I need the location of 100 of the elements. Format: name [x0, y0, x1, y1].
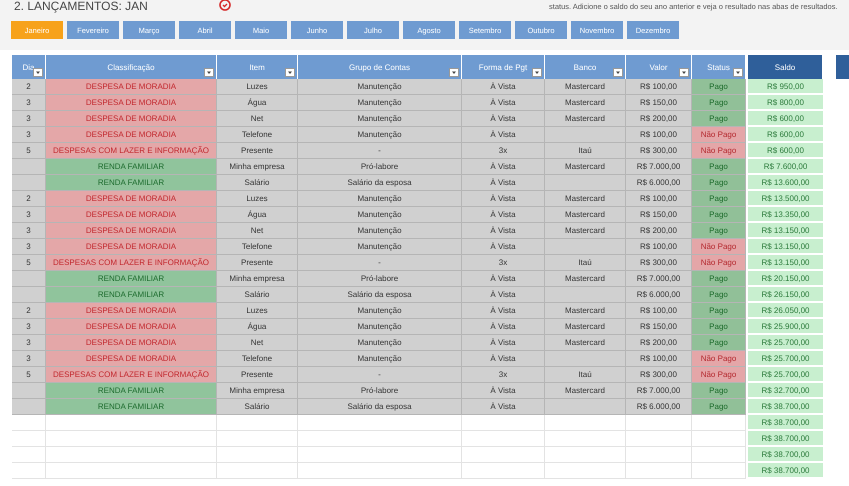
table-cell: R$ 100,00 [626, 351, 692, 367]
table-cell: 5 [12, 255, 46, 271]
table-cell: Itaú [545, 143, 626, 159]
filter-dropdown-icon[interactable] [285, 68, 295, 77]
filter-dropdown-icon[interactable] [613, 68, 623, 77]
table-cell: Pago [692, 287, 746, 303]
column-header[interactable]: Status [692, 55, 746, 79]
table-cell: Luzes [217, 191, 298, 207]
table-cell [626, 447, 692, 463]
table-cell: R$ 25.700,00 [748, 335, 823, 351]
table-cell: À Vista [462, 271, 545, 287]
filter-dropdown-icon[interactable] [449, 68, 459, 77]
table-cell: Itaú [545, 255, 626, 271]
table-cell: Net [217, 111, 298, 127]
table-cell: R$ 600,00 [748, 127, 823, 143]
table-cell [12, 271, 46, 287]
table-cell [692, 463, 746, 479]
filter-dropdown-icon[interactable] [733, 68, 743, 77]
table-cell: DESPESA DE MORADIA [46, 351, 217, 367]
table-cell: R$ 100,00 [626, 239, 692, 255]
table-cell: À Vista [462, 223, 545, 239]
table-cell: Minha empresa [217, 159, 298, 175]
table-cell: Pró-labore [298, 383, 462, 399]
table-cell: R$ 26.050,00 [748, 303, 823, 319]
table-cell: Pago [692, 335, 746, 351]
table-cell: Não Pago [692, 351, 746, 367]
filter-dropdown-icon[interactable] [204, 68, 214, 77]
column-header[interactable]: Item [217, 55, 298, 79]
table-cell: RENDA FAMILIAR [46, 175, 217, 191]
table-cell: Pago [692, 159, 746, 175]
table-cell: Luzes [217, 79, 298, 95]
table-cell: R$ 13.500,00 [748, 191, 823, 207]
table-cell: Presente [217, 143, 298, 159]
table-cell: Manutenção [298, 335, 462, 351]
column-header[interactable]: Classificação [46, 55, 217, 79]
table-cell: Manutenção [298, 127, 462, 143]
table-cell [12, 399, 46, 415]
column-header[interactable]: Forma de Pgt [462, 55, 545, 79]
table-cell: - [298, 255, 462, 271]
table-cell: R$ 300,00 [626, 143, 692, 159]
table-cell: R$ 13.150,00 [748, 239, 823, 255]
table-cell: 2 [12, 79, 46, 95]
table-cell: Pago [692, 303, 746, 319]
table-cell: R$ 7.000,00 [626, 271, 692, 287]
table-cell: DESPESA DE MORADIA [46, 191, 217, 207]
table-cell: DESPESA DE MORADIA [46, 223, 217, 239]
table-cell: R$ 13.150,00 [748, 223, 823, 239]
table-cell: Manutenção [298, 223, 462, 239]
table-cell: Salário da esposa [298, 287, 462, 303]
table-cell: 5 [12, 367, 46, 383]
filter-dropdown-icon[interactable] [532, 68, 542, 77]
column-header[interactable]: Banco [545, 55, 626, 79]
table-cell: Pago [692, 95, 746, 111]
filter-dropdown-icon[interactable] [33, 68, 43, 77]
page-title: 2. LANÇAMENTOS: JAN [13, 0, 149, 13]
table-cell: R$ 200,00 [626, 223, 692, 239]
table-cell: DESPESAS COM LAZER E INFORMAÇÃO [46, 255, 217, 271]
table-cell: À Vista [462, 127, 545, 143]
table-cell: R$ 26.150,00 [748, 287, 823, 303]
table-cell: RENDA FAMILIAR [46, 159, 217, 175]
table-cell: R$ 100,00 [626, 79, 692, 95]
table-cell: Água [217, 207, 298, 223]
table-cell: Salário [217, 287, 298, 303]
table-cell: Manutenção [298, 207, 462, 223]
table-cell [12, 287, 46, 303]
table-cell: R$ 13.150,00 [748, 255, 823, 271]
table-cell: DESPESA DE MORADIA [46, 111, 217, 127]
table-cell: R$ 100,00 [626, 303, 692, 319]
column-header[interactable]: Saldo [748, 55, 823, 79]
table-cell [12, 175, 46, 191]
table-cell: DESPESA DE MORADIA [46, 319, 217, 335]
table-cell: R$ 38.700,00 [748, 447, 823, 463]
table-cell: R$ 6.000,00 [626, 399, 692, 415]
table-cell: À Vista [462, 207, 545, 223]
filter-dropdown-icon[interactable] [679, 68, 689, 77]
table-cell: Mastercard [545, 383, 626, 399]
table-cell: Mastercard [545, 303, 626, 319]
table-cell: 3 [12, 335, 46, 351]
table-cell: R$ 38.700,00 [748, 463, 823, 479]
table-cell: Manutenção [298, 319, 462, 335]
table-cell: DESPESA DE MORADIA [46, 79, 217, 95]
table-cell: Telefone [217, 239, 298, 255]
table-cell: Mastercard [545, 111, 626, 127]
table-cell: R$ 7.000,00 [626, 383, 692, 399]
column-header[interactable]: Valor [626, 55, 692, 79]
table-cell: DESPESA DE MORADIA [46, 95, 217, 111]
table-cell: 3x [462, 255, 545, 271]
table-cell: Salário da esposa [298, 175, 462, 191]
table-cell: À Vista [462, 175, 545, 191]
table-cell: Presente [217, 367, 298, 383]
table-cell: R$ 300,00 [626, 367, 692, 383]
table-cell: R$ 20.150,00 [748, 271, 823, 287]
table-cell: R$ 150,00 [626, 95, 692, 111]
table-cell: 3 [12, 239, 46, 255]
table-cell: R$ 950,00 [748, 79, 823, 95]
column-header[interactable]: Grupo de Contas [298, 55, 462, 79]
table-cell: 2 [12, 191, 46, 207]
table-cell: À Vista [462, 79, 545, 95]
table-cell: DESPESAS COM LAZER E INFORMAÇÃO [46, 143, 217, 159]
table-cell: 5 [12, 143, 46, 159]
